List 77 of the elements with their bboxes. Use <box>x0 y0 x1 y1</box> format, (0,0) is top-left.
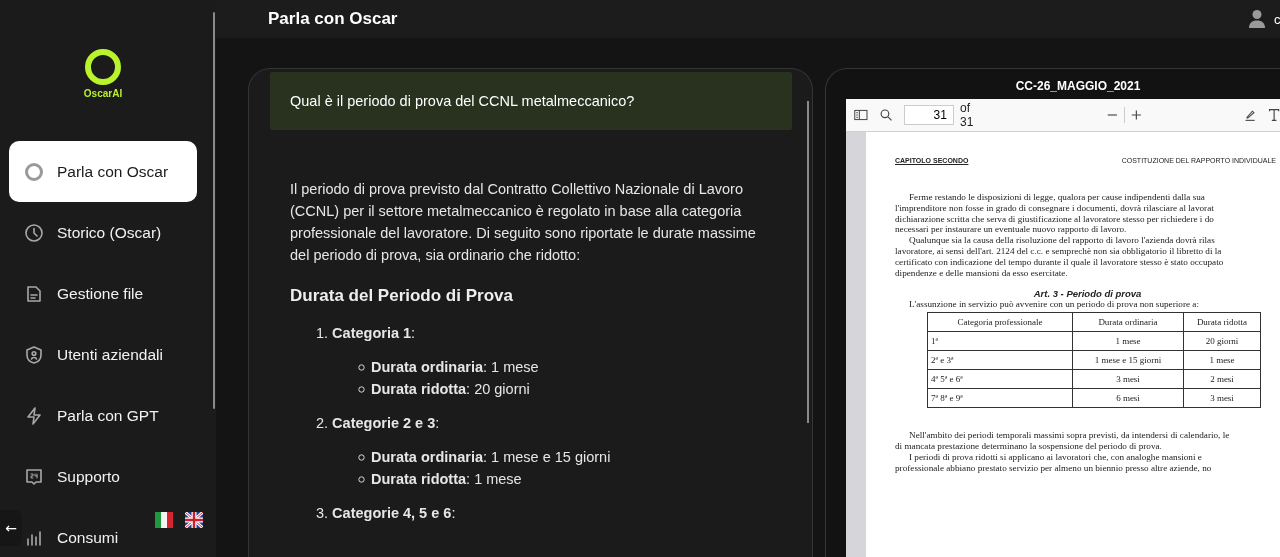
page-number-field[interactable]: 31 <box>903 105 954 125</box>
document-text-line: lavoratore, ai sensi dell'art. 2124 del c.c. e semprechè non sia obbligatorio il libretto di la <box>895 246 1223 257</box>
document-text-line: dipendenze e delle mansioni da esso esercitate. <box>895 267 1069 279</box>
nav-item[interactable]: Storico (Oscar) <box>24 202 162 263</box>
scrollbar[interactable] <box>213 12 215 409</box>
document-text-line: l'imprenditore non fosse in grado di consegnare i documenti, dovrà rilasciare al lavorat <box>895 202 1215 214</box>
question-bubble: Qual è il periodo di prova del CCNL metalmeccanico? <box>270 72 792 130</box>
document-text-line: professionale abbiano prestato servizio per almeno un biennio presso altre aziende, no <box>895 462 1213 474</box>
page-title: Parla con Oscar <box>268 9 398 29</box>
answer-heading: Durata del Periodo di Prova <box>290 285 514 307</box>
table-cell: 3 mesi <box>1072 369 1184 389</box>
category-title: Categorie 2 e 3: <box>332 414 440 433</box>
table-cell: 1 mese <box>1183 350 1261 370</box>
document-text-line: I periodi di prova ridotti si applicano ai lavoratori che, con analoghe mansioni e <box>908 451 1203 463</box>
document-text-line: Qualunque sia la causa della risoluzione del rapporto di lavoro l'azienda dovrà rilas <box>908 235 1216 246</box>
page-count: of 31 <box>959 101 975 129</box>
document-text-line: certificato con indicazione del tempo durante il quale il lavoratore stesso è stato occupato <box>895 256 1225 268</box>
search-icon[interactable] <box>879 107 892 123</box>
user-name[interactable]: c <box>1274 11 1280 27</box>
document-text-line: necessari per instaurare un eventuale nuovo rapporto di lavoro. <box>895 224 1128 236</box>
table-cell: 6 mesi <box>1072 388 1184 408</box>
clock-icon <box>24 222 44 243</box>
nav-item[interactable]: Supporto <box>24 446 120 507</box>
table-cell: 1ª <box>927 331 1073 351</box>
logo-ring-icon <box>84 48 122 86</box>
duration-item: Durata ridotta: 20 giorni <box>371 380 530 399</box>
scrollbar[interactable] <box>807 101 809 423</box>
list-number: 1. <box>316 324 329 343</box>
logo-text: OscarAI <box>83 88 123 99</box>
table-cell: 2 mesi <box>1183 369 1261 389</box>
answer-paragraph: Il periodo di prova previsto dal Contratto Collettivo Nazionale di Lavoro (CCNL) per il settore metalmeccanico è regolato in base alla categoria professionale del lavoratore. Di seguito sono riportate le durate massime del periodo di prova, sia ordinario che ridotto: <box>290 180 757 265</box>
duration-item: Durata ordinaria: 1 mese <box>371 358 539 377</box>
lightning-icon <box>24 405 44 426</box>
list-number: 3. <box>316 504 329 523</box>
uk-flag-icon[interactable] <box>185 512 203 528</box>
text-tool-icon[interactable] <box>1267 107 1280 123</box>
category-title: Categorie 4, 5 e 6: <box>332 504 456 523</box>
bullet-icon <box>358 475 365 483</box>
document-text-line: di mancata prestazione determinano la sospensione del periodo di prova. <box>895 440 1163 452</box>
highlighter-icon[interactable] <box>1243 107 1256 123</box>
document-text-line: L'assunzione in servizio può avvenire con un periodo di prova non superiore a: <box>908 299 1200 311</box>
bullet-icon <box>358 363 365 371</box>
table-cell: 4ª 5ª e 6ª <box>927 369 1073 389</box>
italy-flag-icon[interactable] <box>155 512 173 528</box>
list-number: 2. <box>316 414 329 433</box>
table-cell: 7ª 8ª e 9ª <box>927 388 1073 408</box>
shield-user-icon <box>24 344 44 365</box>
nav-item[interactable]: Consumi <box>24 507 119 557</box>
table-cell: 20 giorni <box>1183 331 1261 351</box>
nav-item[interactable]: Parla con Oscar <box>9 141 197 202</box>
table-header-cell: Durata ridotta <box>1183 312 1261 332</box>
table-header-cell: Categoria professionale <box>927 312 1073 332</box>
category-title: Categoria 1: <box>332 324 416 343</box>
document-text-line: Nell'ambito dei periodi temporali massimi sopra previsti, da intendersi di calendario, le <box>908 430 1231 441</box>
user-icon[interactable] <box>1249 9 1265 29</box>
ring-icon <box>24 161 44 182</box>
nav-item[interactable]: Parla con GPT <box>24 385 159 446</box>
duration-item: Durata ridotta: 1 mese <box>371 470 522 489</box>
duration-item: Durata ordinaria: 1 mese e 15 giorni <box>371 448 611 467</box>
nav-item[interactable]: Utenti aziendali <box>24 324 163 385</box>
zoom-in-icon[interactable] <box>1130 108 1142 122</box>
document-text-line: Ferme restando le disposizioni di legge, qualora per cause indipendenti dalla sua <box>908 192 1206 203</box>
table-cell: 1 mese <box>1072 331 1184 351</box>
table-cell: 1 mese e 15 giorni <box>1072 350 1184 370</box>
document-title: CC-26_MAGGIO_2021 <box>1014 79 1142 95</box>
calendar-24-icon <box>24 466 44 487</box>
sidebar-toggle-icon[interactable] <box>854 108 868 122</box>
nav-item[interactable]: Gestione file <box>24 263 144 324</box>
table-cell: 2ª e 3ª <box>927 350 1073 370</box>
bullet-icon <box>358 453 365 461</box>
table-header-cell: Durata ordinaria <box>1072 312 1184 332</box>
file-icon <box>24 283 44 304</box>
document-text-line: dichiarazione scritta che serva di giustificazione al lavoratore stesso per richiedere i do <box>895 213 1215 225</box>
bullet-icon <box>358 385 365 393</box>
back-button[interactable]: ← <box>0 510 22 546</box>
article-title: Art. 3 - Periodo di prova <box>1032 288 1143 300</box>
table-cell: 3 mesi <box>1183 388 1261 408</box>
